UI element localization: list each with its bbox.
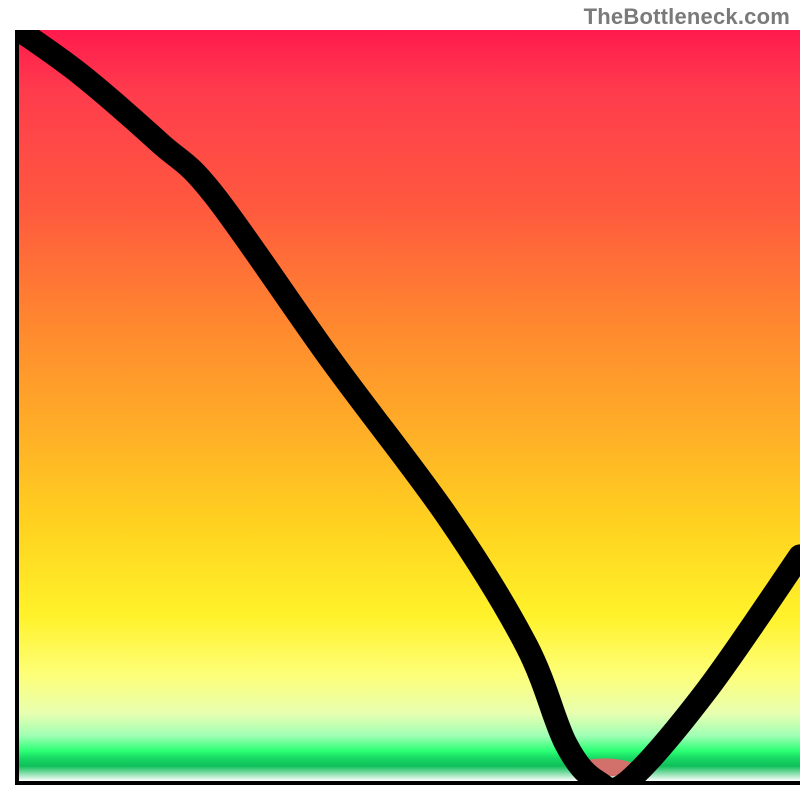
bottleneck-curve (19, 30, 800, 781)
watermark-label: TheBottleneck.com (584, 4, 790, 30)
plot-area (15, 30, 800, 785)
chart-container: TheBottleneck.com (0, 0, 800, 800)
curve-layer (19, 30, 800, 781)
